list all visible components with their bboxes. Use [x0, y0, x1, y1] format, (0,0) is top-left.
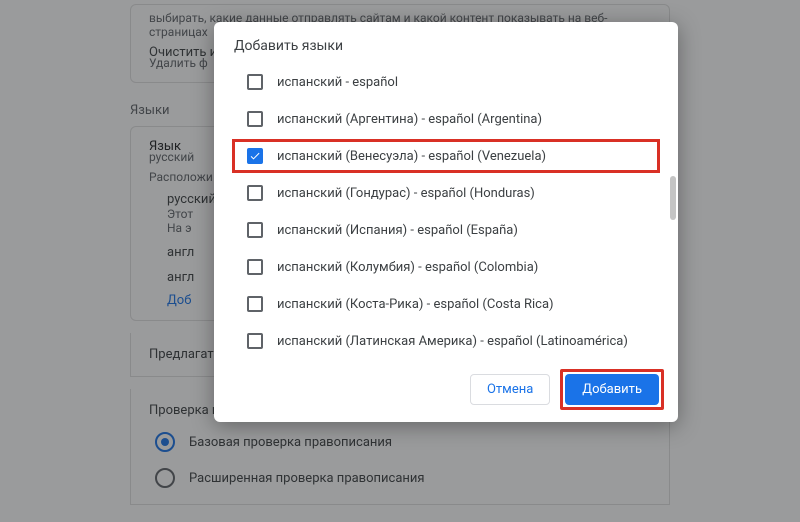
language-label: испанский (Венесуэла) - español (Venezue… — [277, 149, 546, 164]
add-languages-dialog: Добавить языки испанский - españolиспанс… — [214, 22, 678, 422]
checkbox-icon[interactable] — [247, 333, 263, 349]
dialog-title: Добавить языки — [214, 22, 678, 62]
language-option[interactable]: испанский (Испания) - español (España) — [232, 213, 660, 247]
language-option[interactable]: испанский (Коста-Рика) - español (Costa … — [232, 287, 660, 321]
checkbox-icon[interactable] — [247, 222, 263, 238]
language-label: испанский (Аргентина) - español (Argenti… — [277, 112, 542, 127]
checkbox-icon[interactable] — [247, 185, 263, 201]
language-option[interactable]: испанский (Латинская Америка) - español … — [232, 324, 660, 357]
checkbox-icon[interactable] — [247, 296, 263, 312]
dialog-actions: Отмена Добавить — [214, 357, 678, 422]
language-label: испанский (Гондурас) - español (Honduras… — [277, 186, 535, 201]
language-option[interactable]: испанский - español — [232, 65, 660, 99]
cancel-button[interactable]: Отмена — [470, 374, 550, 405]
checkbox-icon[interactable] — [247, 111, 263, 127]
language-label: испанский (Испания) - español (España) — [277, 223, 518, 238]
checkbox-checked-icon[interactable] — [247, 148, 263, 164]
language-label: испанский (Латинская Америка) - español … — [277, 334, 628, 349]
languages-list: испанский - español испанский (Аргентина)… — [214, 62, 678, 357]
add-button[interactable]: Добавить — [565, 374, 659, 405]
language-label: испанский (Коста-Рика) - español (Costa … — [277, 297, 554, 312]
language-option[interactable]: испанский (Колумбия) - español (Colombia… — [232, 250, 660, 284]
checkbox-icon[interactable] — [247, 259, 263, 275]
language-label: испанский (Колумбия) - español (Colombia… — [277, 260, 538, 275]
scrollbar[interactable] — [668, 62, 676, 357]
add-button-highlight: Добавить — [560, 369, 664, 410]
language-option[interactable]: испанский (Гондурас) - español (Honduras… — [232, 176, 660, 210]
scrollbar-thumb[interactable] — [670, 176, 676, 220]
language-option[interactable]: испанский (Аргентина) - español (Argenti… — [232, 102, 660, 136]
language-label: испанский - español — [277, 75, 398, 90]
checkbox-icon[interactable] — [247, 74, 263, 90]
language-option[interactable]: испанский (Венесуэла) - español (Venezue… — [232, 139, 660, 173]
